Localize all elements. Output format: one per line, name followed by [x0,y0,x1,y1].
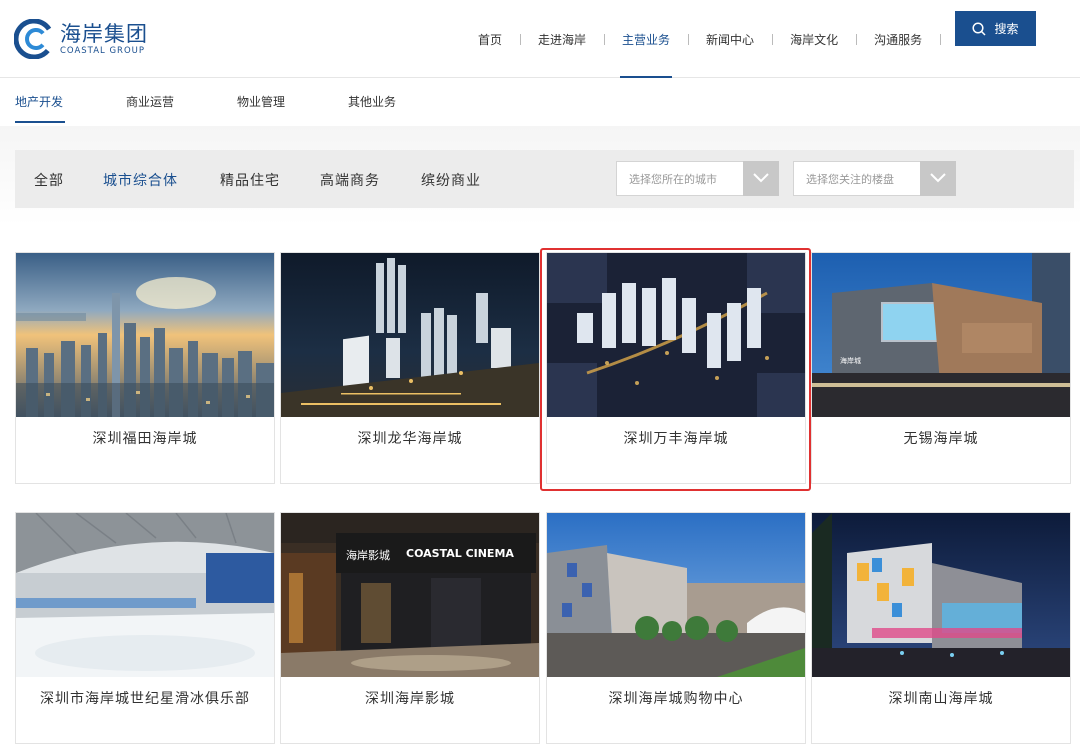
project-select-placeholder: 选择您关注的楼盘 [806,172,894,186]
project-image [812,513,1070,677]
project-card[interactable]: 深圳南山海岸城 [811,512,1071,744]
sub-navigation: 地产开发 商业运营 物业管理 其他业务 [0,79,1080,125]
company-logo[interactable]: 海岸集团 COASTAL GROUP [13,16,148,62]
project-title: 深圳南山海岸城 [888,691,994,707]
city-select[interactable]: 选择您所在的城市 [616,160,779,196]
nav-about[interactable]: 走进海岸 [520,0,604,78]
project-card[interactable]: 深圳海岸城购物中心 [546,512,806,744]
project-title: 无锡海岸城 [903,431,979,447]
search-icon [972,21,987,36]
nav-home[interactable]: 首页 [460,0,520,78]
project-image: 海岸影城 COASTAL CINEMA [281,513,539,677]
category-urban-complex[interactable]: 城市综合体 [103,170,178,190]
subnav-active-indicator [15,121,65,123]
project-image: 海岸城 [812,253,1070,417]
project-title: 深圳海岸影城 [365,691,455,707]
project-image [16,253,274,417]
project-card[interactable]: 海岸城 无锡海岸城 [811,252,1071,484]
subnav-other[interactable]: 其他业务 [348,93,396,110]
project-card[interactable]: 深圳龙华海岸城 [280,252,540,484]
project-select[interactable]: 选择您关注的楼盘 [793,160,956,196]
site-header: 海岸集团 COASTAL GROUP 首页 走进海岸 主营业务 新闻中心 海岸文… [0,0,1080,78]
project-title: 深圳海岸城购物中心 [608,691,744,707]
project-image [547,253,805,417]
mall-sign: 海岸城 [840,356,861,365]
nav-service[interactable]: 沟通服务 [856,0,940,78]
chevron-down-icon [743,160,779,196]
city-select-placeholder: 选择您所在的城市 [629,172,717,186]
main-navigation: 首页 走进海岸 主营业务 新闻中心 海岸文化 沟通服务 海岸网群 [460,0,1024,78]
nav-business[interactable]: 主营业务 [604,0,688,78]
project-title: 深圳福田海岸城 [92,431,198,447]
search-button-label: 搜索 [994,22,1019,36]
project-title: 深圳龙华海岸城 [357,431,463,447]
subnav-property[interactable]: 物业管理 [237,93,285,110]
project-card[interactable]: 深圳万丰海岸城 [546,252,806,484]
project-image [281,253,539,417]
category-residential[interactable]: 精品住宅 [220,170,280,190]
subnav-real-estate[interactable]: 地产开发 [15,93,63,110]
logo-chinese-name: 海岸集团 [60,21,148,46]
search-button[interactable]: 搜索 [955,11,1036,46]
project-card[interactable]: 海岸影城 COASTAL CINEMA 深圳海岸影城 [280,512,540,744]
category-business[interactable]: 高端商务 [320,170,380,190]
logo-icon [13,18,55,60]
project-card[interactable]: 深圳福田海岸城 [15,252,275,484]
category-retail[interactable]: 缤纷商业 [421,170,481,190]
project-card[interactable]: 深圳市海岸城世纪星滑冰俱乐部 [15,512,275,744]
category-all[interactable]: 全部 [34,170,64,190]
cinema-sign-en: COASTAL CINEMA [406,547,514,560]
logo-english-name: COASTAL GROUP [60,45,146,56]
project-image [547,513,805,677]
project-image [16,513,274,677]
nav-culture[interactable]: 海岸文化 [772,0,856,78]
subnav-commercial[interactable]: 商业运营 [126,93,174,110]
cinema-sign-cn: 海岸影城 [346,548,390,562]
filter-bar: 全部 城市综合体 精品住宅 高端商务 缤纷商业 选择您所在的城市 选择您关注的楼… [15,150,1074,208]
nav-news[interactable]: 新闻中心 [688,0,772,78]
project-title: 深圳万丰海岸城 [623,431,729,447]
project-title: 深圳市海岸城世纪星滑冰俱乐部 [40,691,250,707]
chevron-down-icon [920,160,956,196]
